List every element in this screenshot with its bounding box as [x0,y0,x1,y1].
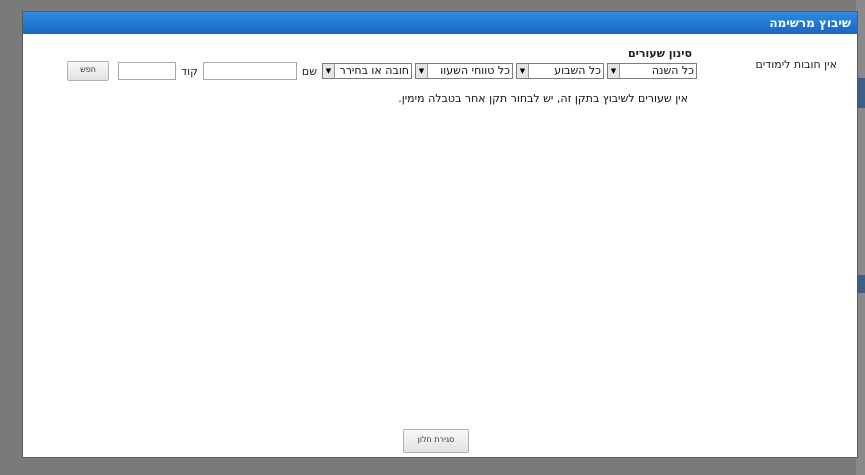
code-label: קוד [181,64,198,78]
course-type-select-value: חובה או בחירר [339,64,410,77]
schedule-from-list-dialog: שיבוץ מרשימה אין חובות לימודים סינון שעו… [22,11,858,458]
filter-bar: ▼ כל השנה ▼ כל השבוע ▼ כל טווחי השעוו ▼ … [67,61,697,81]
dialog-title: שיבוץ מרשימה [769,16,851,30]
close-window-button[interactable]: סגירת חלון [403,429,469,453]
chevron-down-icon[interactable]: ▼ [517,64,529,78]
no-requirements-text: אין חובות לימודים [755,58,837,71]
year-select-value: כל השנה [651,64,694,77]
no-courses-message: אין שעורים לשיבוץ בתקן זה, יש לבחור תקן … [398,92,688,105]
dialog-titlebar: שיבוץ מרשימה [23,12,857,34]
name-label: שם [301,64,317,78]
dialog-content: אין חובות לימודים סינון שעורים ▼ כל השנה… [23,34,857,457]
year-select[interactable]: ▼ כל השנה [607,63,697,79]
week-select[interactable]: ▼ כל השבוע [516,63,604,79]
name-input[interactable] [202,62,297,80]
chevron-down-icon[interactable]: ▼ [416,64,428,78]
chevron-down-icon[interactable]: ▼ [323,64,335,78]
chevron-down-icon[interactable]: ▼ [608,64,620,78]
course-type-select[interactable]: ▼ חובה או בחירר [322,63,412,79]
week-select-value: כל השבוע [554,64,601,77]
search-button[interactable]: חפש [67,61,110,81]
code-input[interactable] [118,62,177,80]
hours-range-select-value: כל טווחי השעוו [440,64,510,77]
hours-range-select[interactable]: ▼ כל טווחי השעוו [415,63,513,79]
filter-title: סינון שעורים [627,47,692,60]
